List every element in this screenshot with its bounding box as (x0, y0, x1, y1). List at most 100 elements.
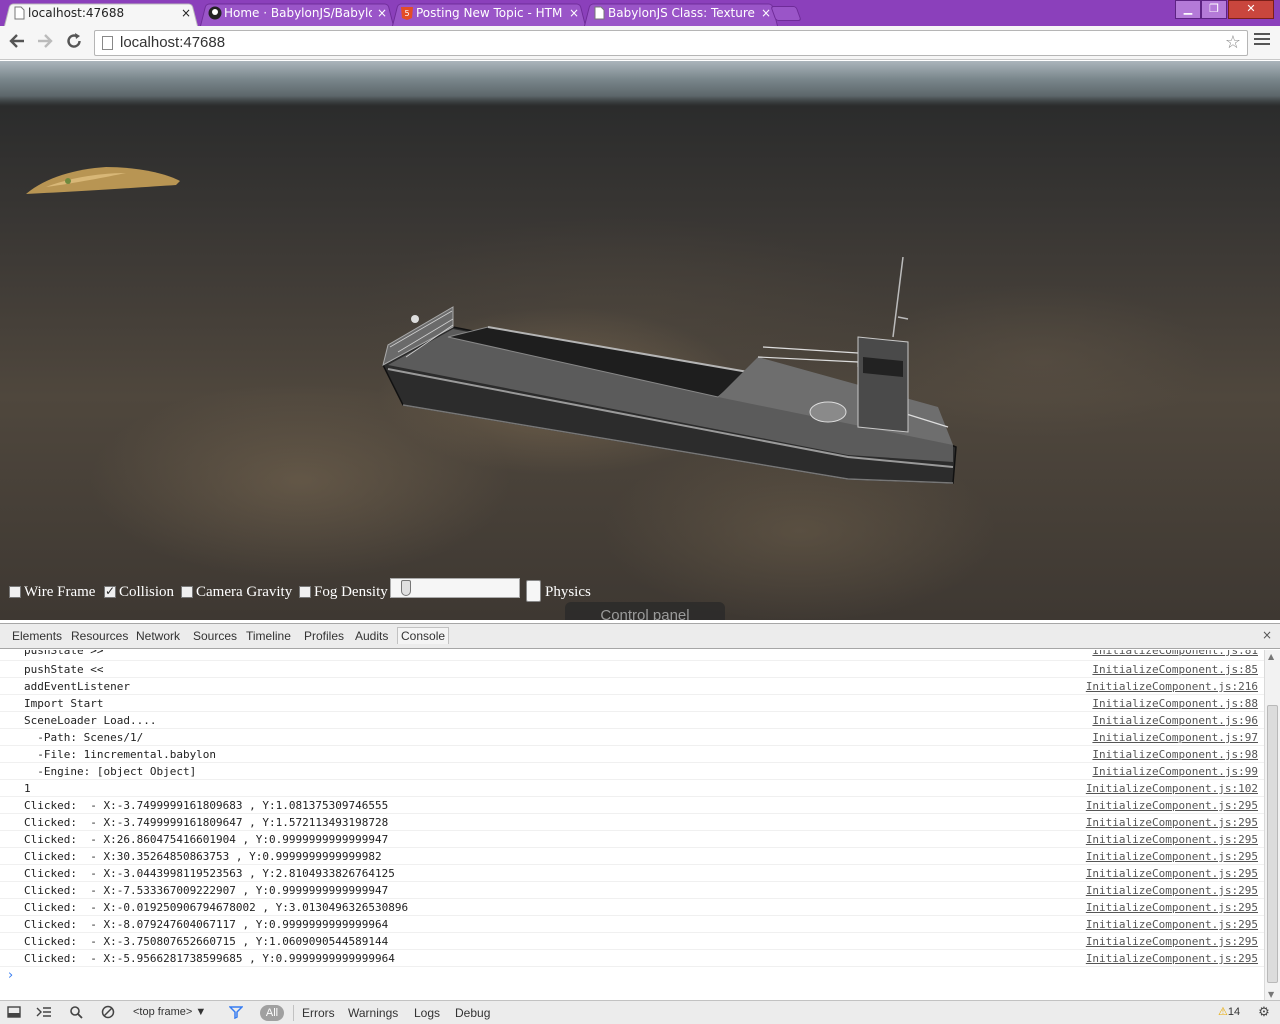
console-row: Clicked: - X:-8.079247604067117 , Y:0.99… (0, 916, 1264, 933)
console-scrollbar[interactable]: ▲ ▼ (1264, 650, 1280, 1001)
console-source-link[interactable]: InitializeComponent.js:85 (1092, 663, 1258, 676)
filter-all[interactable]: All (260, 1005, 284, 1021)
console-source-link[interactable]: InitializeComponent.js:102 (1086, 782, 1258, 795)
slider-thumb[interactable] (401, 580, 411, 596)
filter-debug[interactable]: Debug (455, 1006, 490, 1020)
tab-network[interactable]: Network (136, 629, 180, 643)
console-row: Clicked: - X:-5.9566281738599685 , Y:0.9… (0, 950, 1264, 967)
warning-counter[interactable]: ⚠14 (1218, 1005, 1240, 1018)
console-prompt[interactable]: › (8, 968, 13, 983)
console-row: pushState >> InitializeComponent.js:81 (0, 650, 1264, 661)
filter-errors[interactable]: Errors (302, 1006, 335, 1020)
console-row: Clicked: - X:30.35264850863753 , Y:0.999… (0, 848, 1264, 865)
console-source-link[interactable]: InitializeComponent.js:295 (1086, 952, 1258, 965)
frame-selector[interactable]: <top frame> ▼ (133, 1006, 206, 1018)
console-log[interactable]: pushState >> InitializeComponent.js:81 pus… (0, 650, 1264, 1001)
filter-logs[interactable]: Logs (414, 1006, 440, 1020)
tab-audits[interactable]: Audits (355, 629, 388, 643)
menu-bar (1254, 43, 1270, 45)
wire-frame-option[interactable]: Wire Frame (9, 584, 95, 602)
tab-babylon-texture[interactable]: BabylonJS Class: Texture × (584, 2, 778, 26)
console-row: addEventListener InitializeComponent.js:2… (0, 678, 1264, 695)
close-icon[interactable]: × (181, 2, 191, 24)
svg-text:5: 5 (404, 9, 409, 18)
tab-elements[interactable]: Elements (12, 629, 62, 643)
clear-glyph (101, 1005, 115, 1019)
fog-density-slider[interactable] (390, 578, 520, 598)
fog-density-checkbox[interactable] (299, 586, 311, 598)
console-row: -File: 1incremental.babylon InitializeCom… (0, 746, 1264, 763)
console-source-link[interactable]: InitializeComponent.js:97 (1092, 731, 1258, 744)
console-source-link[interactable]: InitializeComponent.js:98 (1092, 748, 1258, 761)
wire-frame-checkbox[interactable] (9, 586, 21, 598)
camera-gravity-option[interactable]: Camera Gravity (181, 584, 292, 602)
close-icon[interactable]: × (569, 2, 579, 24)
filter-icon[interactable] (228, 1005, 244, 1021)
console-source-link[interactable]: InitializeComponent.js:295 (1086, 935, 1258, 948)
browser-menu-button[interactable] (1254, 33, 1270, 51)
scroll-down-icon[interactable]: ▼ (1268, 990, 1274, 999)
console-source-link[interactable]: InitializeComponent.js:96 (1092, 714, 1258, 727)
console-source-link[interactable]: InitializeComponent.js:295 (1086, 833, 1258, 846)
console-message: Clicked: - X:26.860475416601904 , Y:0.99… (24, 833, 389, 846)
minimize-button[interactable]: ▁ (1175, 0, 1201, 19)
settings-gear-icon[interactable]: ⚙ (1256, 1005, 1272, 1021)
tab-resources[interactable]: Resources (71, 629, 128, 643)
back-button[interactable] (6, 32, 28, 54)
forward-button[interactable] (34, 32, 56, 54)
console-source-link[interactable]: InitializeComponent.js:295 (1086, 850, 1258, 863)
tab-label: BabylonJS Class: Texture (608, 6, 755, 20)
menu-bar (1254, 38, 1270, 40)
physics-toggle[interactable] (526, 580, 541, 602)
tab-console[interactable]: Console (397, 627, 450, 644)
camera-gravity-checkbox[interactable] (181, 586, 193, 598)
physics-label: Physics (545, 584, 591, 600)
scroll-up-icon[interactable]: ▲ (1268, 652, 1274, 661)
console-source-link[interactable]: InitializeComponent.js:81 (1092, 650, 1258, 657)
console-source-link[interactable]: InitializeComponent.js:295 (1086, 918, 1258, 931)
tab-localhost[interactable]: localhost:47688 × (4, 2, 198, 26)
address-bar[interactable]: localhost:47688 ☆ (94, 30, 1248, 56)
close-icon[interactable]: × (377, 2, 387, 24)
tab-timeline[interactable]: Timeline (246, 629, 291, 643)
tab-html5[interactable]: 5 Posting New Topic - HTM × (392, 2, 586, 26)
console-source-link[interactable]: InitializeComponent.js:99 (1092, 765, 1258, 778)
reload-button[interactable] (63, 32, 85, 54)
window-close-button[interactable]: ✕ (1228, 0, 1274, 19)
console-source-link[interactable]: InitializeComponent.js:295 (1086, 799, 1258, 812)
console-source-link[interactable]: InitializeComponent.js:295 (1086, 867, 1258, 880)
console-row: SceneLoader Load.... InitializeComponent.… (0, 712, 1264, 729)
close-icon[interactable]: × (761, 2, 771, 24)
console-message: -Engine: [object Object] (24, 765, 197, 778)
devtools-status-bar: <top frame> ▼ All Errors Warnings Logs D… (0, 1000, 1280, 1024)
filter-warnings[interactable]: Warnings (348, 1006, 398, 1020)
landing-craft-boat[interactable] (378, 257, 968, 487)
tab-github[interactable]: Home · BabylonJS/Babylo × (200, 2, 394, 26)
chevron-down-icon: ▼ (195, 1006, 207, 1018)
console-source-link[interactable]: InitializeComponent.js:216 (1086, 680, 1258, 693)
browser-tabstrip: localhost:47688 × Home · BabylonJS/Babyl… (0, 0, 1280, 26)
console-source-link[interactable]: InitializeComponent.js:88 (1092, 697, 1258, 710)
fog-density-label: Fog Density (314, 584, 388, 600)
maximize-button[interactable]: ❐ (1201, 0, 1227, 19)
console-source-link[interactable]: InitializeComponent.js:295 (1086, 901, 1258, 914)
bookmark-star-icon[interactable]: ☆ (1225, 32, 1241, 53)
dock-icon[interactable] (6, 1005, 22, 1021)
search-icon[interactable] (68, 1005, 84, 1021)
control-panel-tab[interactable]: Control panel (565, 602, 725, 620)
console-source-link[interactable]: InitializeComponent.js:295 (1086, 884, 1258, 897)
devtools-close-icon[interactable]: × (1262, 628, 1272, 642)
scrollbar-thumb[interactable] (1267, 705, 1278, 983)
babylon-canvas[interactable]: Control panel (0, 61, 1280, 620)
collision-option[interactable]: Collision (104, 583, 174, 602)
new-tab-button[interactable] (770, 6, 802, 21)
console-source-link[interactable]: InitializeComponent.js:295 (1086, 816, 1258, 829)
show-drawer-icon[interactable] (36, 1005, 52, 1021)
tab-sources[interactable]: Sources (193, 629, 237, 643)
clear-console-icon[interactable] (100, 1005, 116, 1021)
fog-density-option[interactable]: Fog Density (299, 584, 388, 602)
collision-checkbox[interactable] (104, 583, 116, 599)
tab-profiles[interactable]: Profiles (304, 629, 344, 643)
console-message: SceneLoader Load.... (24, 714, 157, 727)
console-message: Clicked: - X:-3.7499999161809647 , Y:1.5… (24, 816, 389, 829)
